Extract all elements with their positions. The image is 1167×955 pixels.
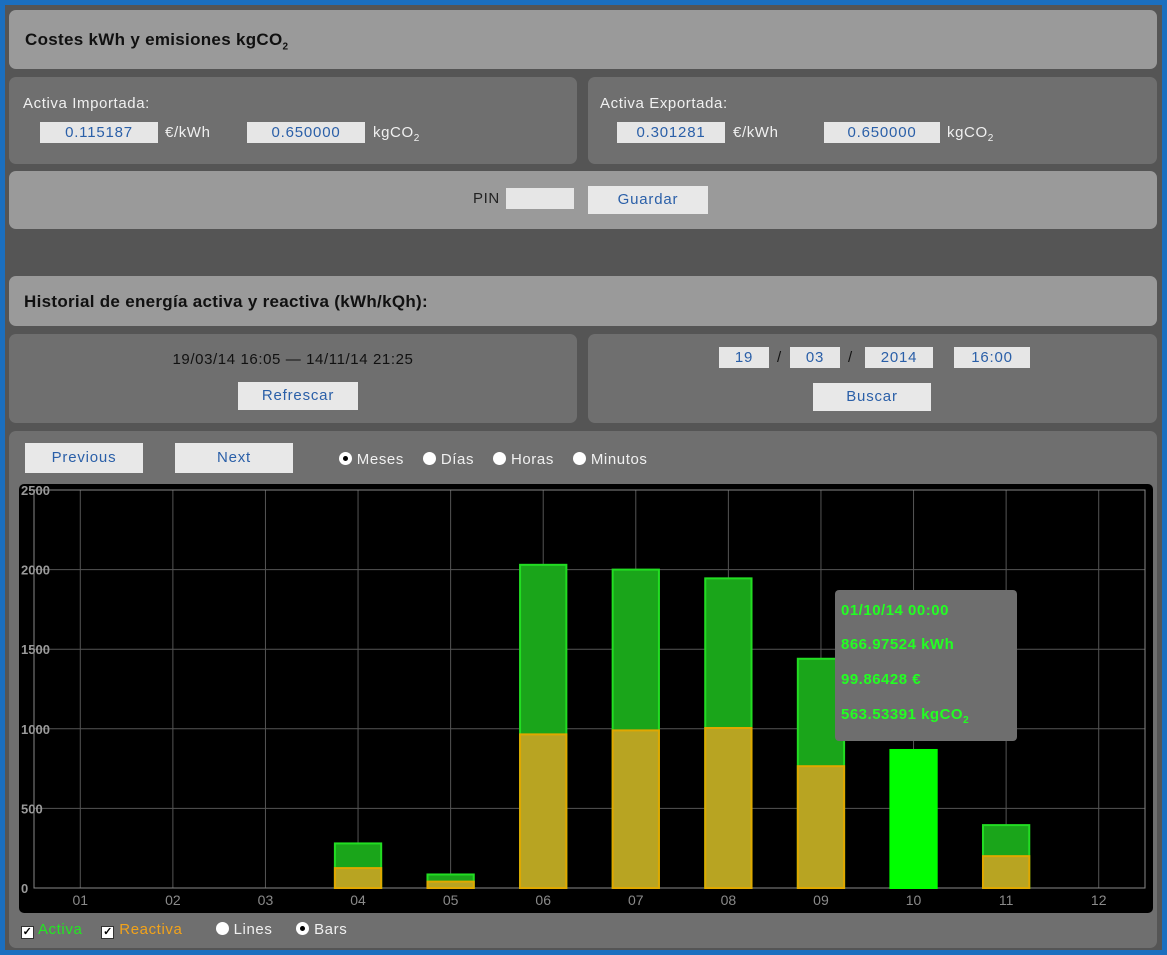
- x-tick-label: 07: [628, 892, 644, 908]
- radio-minutos[interactable]: Minutos: [573, 451, 648, 468]
- x-tick-label: 01: [73, 892, 89, 908]
- toggle-reactiva[interactable]: ✓ Reactiva: [101, 921, 183, 939]
- exported-label: Activa Exportada:: [600, 95, 728, 112]
- next-button[interactable]: Next: [175, 443, 293, 473]
- imported-co2-field[interactable]: 0.650000: [247, 122, 365, 143]
- checkbox-checked-icon: ✓: [101, 926, 115, 939]
- chart-options: ✓ Activa ✓ Reactiva Lines Bars: [21, 921, 347, 939]
- activa-label: Activa: [37, 921, 83, 938]
- x-tick-label: 04: [350, 892, 366, 908]
- y-tick-label: 500: [21, 801, 43, 816]
- exported-co2-unit: kgCO2: [947, 124, 994, 144]
- x-tick-label: 11: [999, 892, 1014, 908]
- y-tick-label: 1000: [21, 722, 50, 737]
- save-button[interactable]: Guardar: [588, 186, 708, 214]
- radio-bars[interactable]: Bars: [296, 921, 347, 938]
- pin-input[interactable]: [506, 188, 574, 209]
- tooltip-date: 01/10/14 00:00: [841, 602, 949, 619]
- reactiva-bar: [333, 867, 383, 890]
- history-title: Historial de energía activa y reactiva (…: [24, 292, 428, 311]
- date-separator: /: [777, 349, 782, 366]
- radio-dot-icon: [339, 452, 352, 465]
- year-field[interactable]: 2014: [865, 347, 933, 368]
- previous-button[interactable]: Previous: [25, 443, 143, 473]
- pin-label: PIN: [473, 190, 500, 207]
- tooltip-cost: 99.86428 €: [841, 671, 922, 688]
- exported-price-field[interactable]: 0.301281: [617, 122, 725, 143]
- costs-title: Costes kWh y emisiones kgCO2: [25, 30, 289, 53]
- reactiva-bar: [796, 765, 846, 890]
- radio-dot-icon: [215, 922, 229, 935]
- radio-meses[interactable]: Meses: [339, 451, 404, 468]
- reactiva-bar: [426, 880, 475, 889]
- reactiva-label: Reactiva: [119, 921, 183, 938]
- x-tick-label: 02: [165, 892, 181, 908]
- granularity-selector: Meses Días Horas Minutos: [339, 451, 648, 468]
- exported-co2-field[interactable]: 0.650000: [824, 122, 940, 143]
- y-tick-label: 1500: [21, 642, 50, 657]
- month-field[interactable]: 03: [790, 347, 840, 368]
- time-field[interactable]: 16:00: [954, 347, 1030, 368]
- costs-header: Costes kWh y emisiones kgCO2: [9, 10, 1157, 69]
- x-tick-label: 06: [535, 892, 551, 908]
- imported-label: Activa Importada:: [23, 95, 150, 112]
- y-tick-label: 0: [21, 881, 28, 896]
- imported-price-unit: €/kWh: [165, 124, 211, 141]
- x-tick-label: 08: [721, 892, 737, 908]
- tooltip-energy: 866.97524 kWh: [841, 636, 955, 653]
- y-tick-label: 2500: [21, 484, 50, 498]
- chart-panel: Previous Next Meses Días Horas Minutos 0…: [9, 431, 1157, 948]
- day-field[interactable]: 19: [719, 347, 769, 368]
- reactiva-bar: [611, 729, 660, 889]
- imported-co2-unit: kgCO2: [373, 124, 420, 144]
- radio-dot-icon: [573, 452, 587, 465]
- exported-panel: Activa Exportada: 0.301281 €/kWh 0.65000…: [588, 77, 1157, 164]
- activa-bar: [889, 748, 938, 889]
- radio-dias[interactable]: Días: [423, 451, 474, 468]
- tooltip-co2: 563.53391 kgCO2: [841, 706, 970, 726]
- page-frame: Costes kWh y emisiones kgCO2 Activa Impo…: [5, 5, 1162, 950]
- checkbox-checked-icon: ✓: [21, 926, 34, 939]
- radio-dot-icon: [423, 452, 437, 465]
- range-panel: 19/03/14 16:05 — 14/11/14 21:25 Refresca…: [9, 334, 577, 423]
- chart-tooltip: 01/10/14 00:00 866.97524 kWh 99.86428 € …: [835, 590, 1017, 741]
- x-tick-label: 03: [258, 892, 274, 908]
- reactiva-bar: [981, 855, 1031, 890]
- radio-lines[interactable]: Lines: [215, 921, 273, 938]
- x-tick-label: 09: [813, 892, 829, 908]
- date-separator: /: [848, 349, 853, 366]
- search-button[interactable]: Buscar: [813, 383, 931, 411]
- imported-panel: Activa Importada: 0.115187 €/kWh 0.65000…: [9, 77, 577, 164]
- toggle-activa[interactable]: ✓ Activa: [21, 921, 83, 939]
- range-text: 19/03/14 16:05 — 14/11/14 21:25: [172, 351, 414, 368]
- reactiva-bar: [519, 733, 568, 889]
- radio-dot-icon: [296, 922, 310, 935]
- x-tick-label: 10: [906, 892, 922, 908]
- exported-price-unit: €/kWh: [733, 124, 779, 141]
- x-tick-label: 12: [1091, 892, 1107, 908]
- radio-dot-icon: [493, 452, 507, 465]
- imported-price-field[interactable]: 0.115187: [40, 122, 158, 143]
- reactiva-bar: [704, 727, 753, 889]
- x-tick-label: 05: [443, 892, 459, 908]
- pin-panel: PIN Guardar: [9, 171, 1157, 229]
- y-tick-label: 2000: [21, 563, 50, 578]
- radio-horas[interactable]: Horas: [493, 451, 554, 468]
- refresh-button[interactable]: Refrescar: [238, 382, 358, 410]
- date-search-panel: 19 / 03 / 2014 16:00 Buscar: [588, 334, 1157, 423]
- history-header: Historial de energía activa y reactiva (…: [9, 276, 1157, 326]
